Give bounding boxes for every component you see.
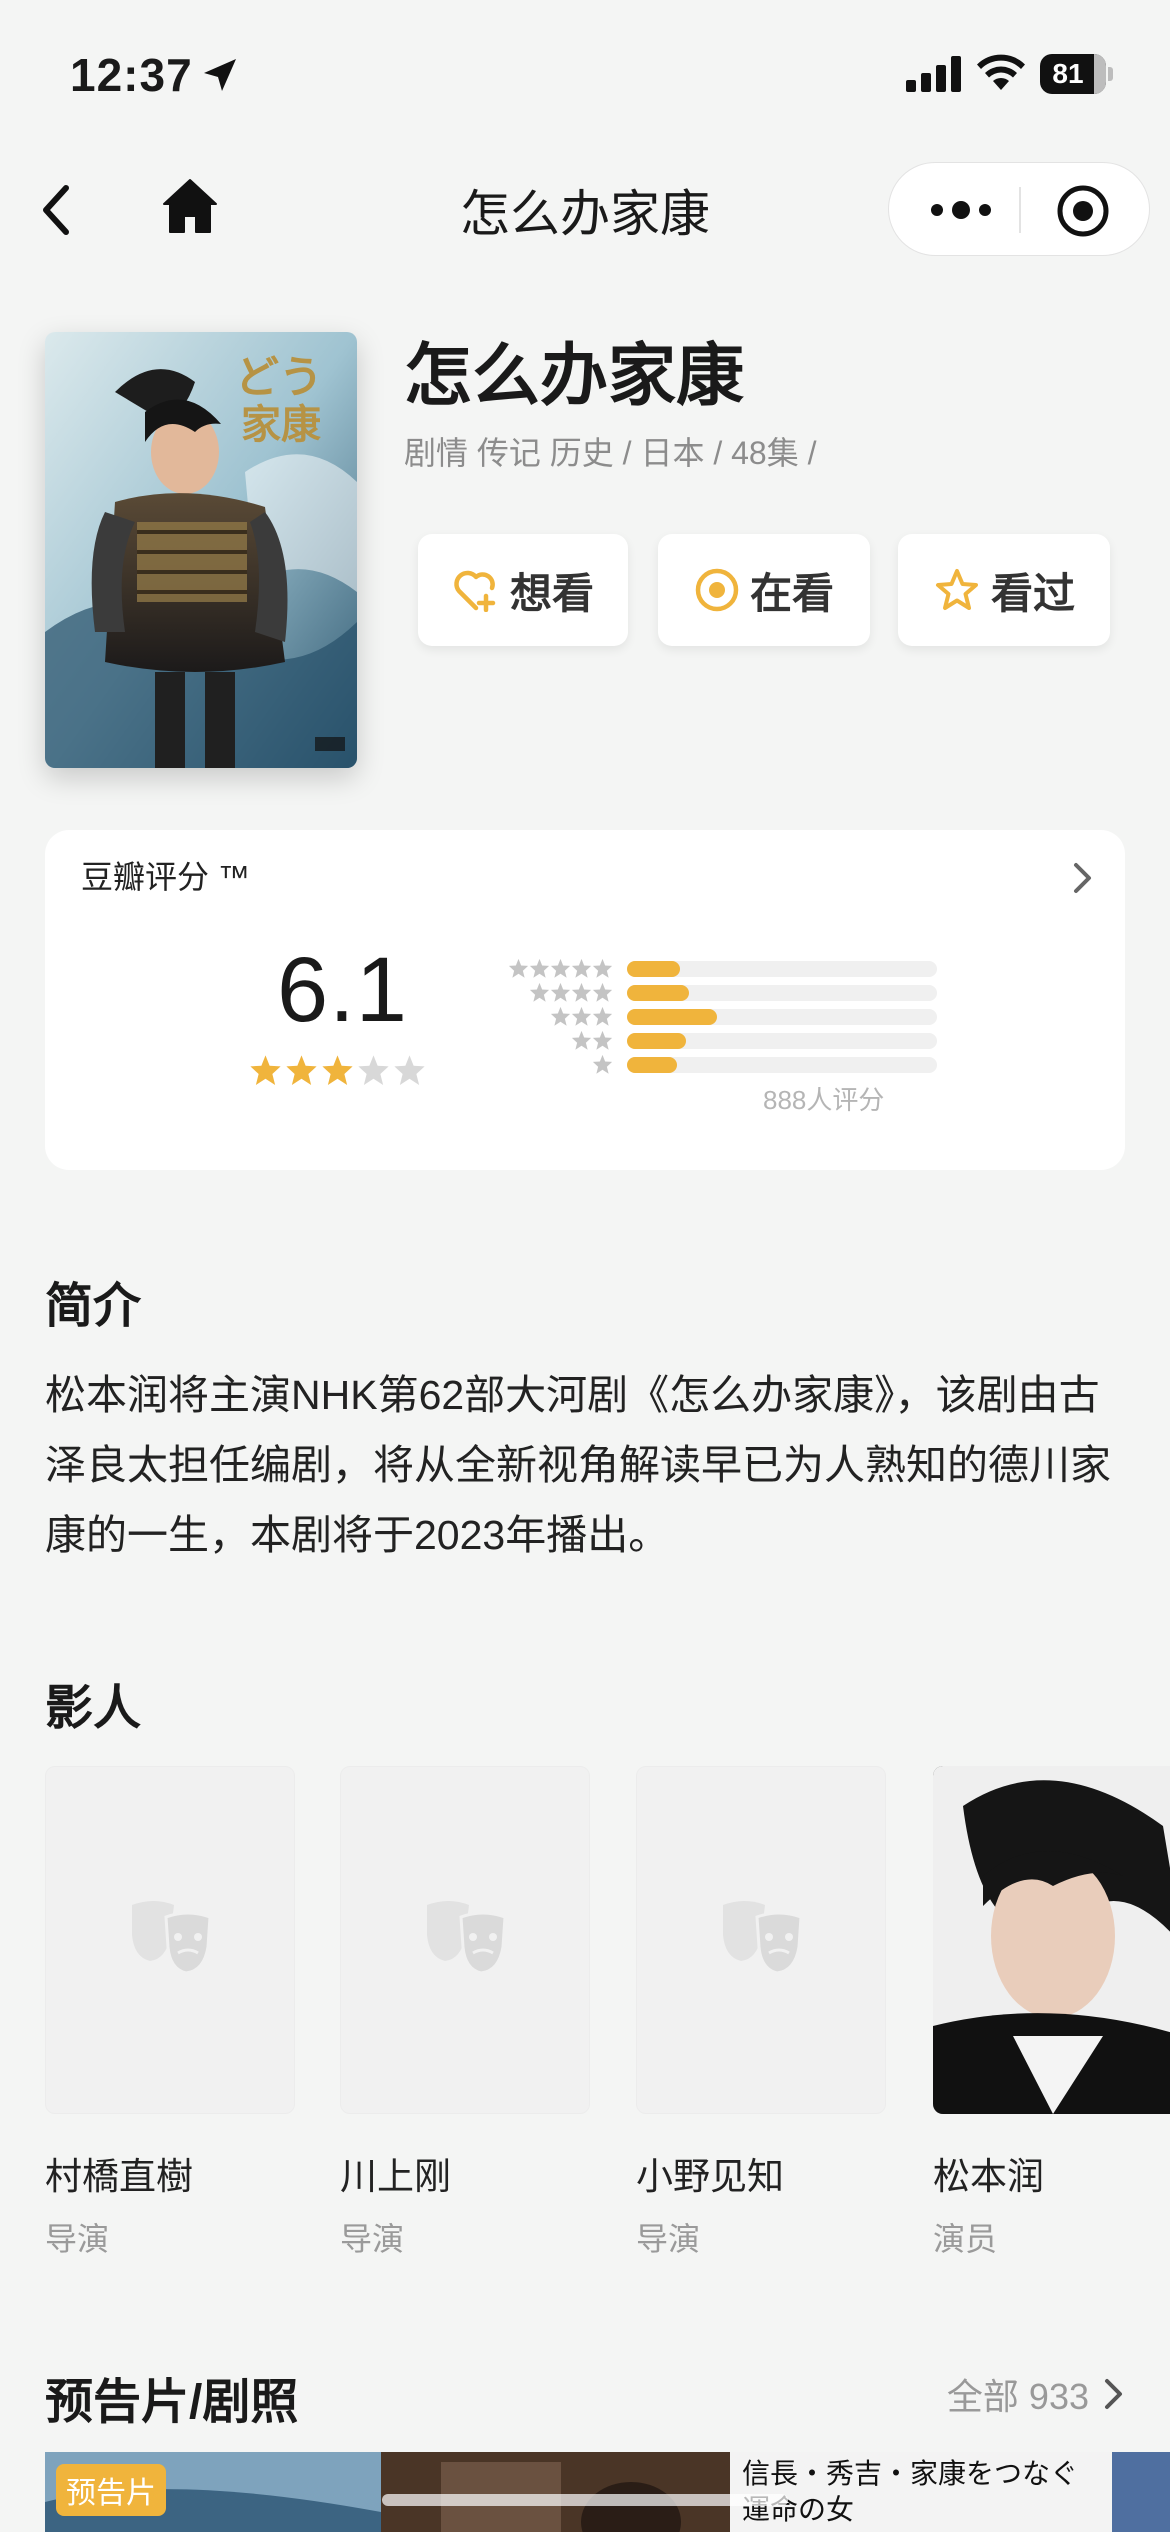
synopsis-heading: 简介 [45,1280,142,1333]
mini-star-icon [550,958,571,978]
media-heading: 预告片/剧照 [45,2376,299,2429]
wifi-icon [977,54,1025,90]
mini-program-capsule [888,162,1150,256]
show-meta: 剧情 传记 历史 / 日本 / 48集 / [404,435,817,471]
watched-label: 看过 [990,569,1075,617]
want-to-watch-button[interactable]: 想看 [418,534,628,646]
view-all-media-link[interactable]: 全部 933 [947,2368,1125,2420]
cast-photo-placeholder[interactable] [636,1766,886,2114]
still-caption: 信長・秀吉・家康をつなぐ 運命の女 [742,2457,1079,2526]
view-all-media-label: 全部 933 [946,2376,1089,2417]
cast-photo-placeholder[interactable] [340,1766,590,2114]
mini-star-icon [592,1030,613,1050]
cellular-signal-icon [906,56,961,92]
synopsis-text: 松本润将主演NHK第62部大河剧《怎么办家康》，该剧由古泽良太担任编剧，将从全新… [45,1372,1111,1558]
rating-bar-fill [627,1057,677,1073]
star-outline-icon [935,569,978,610]
rating-bar-fill [627,985,689,1001]
rating-bar-track [627,1057,937,1073]
more-options-icon[interactable] [929,195,993,225]
navigation-bar: 怎么办家康 [0,140,1170,270]
rating-row-1-star [455,1054,945,1074]
close-miniprogram-icon[interactable] [1055,183,1111,239]
cast-role: 导演 [45,2221,110,2257]
cast-name[interactable]: 小野见知 [636,2146,784,2200]
mini-star-icon [550,1006,571,1026]
still-thumbnail[interactable] [381,2452,730,2532]
battery-level: 81 [1052,58,1084,89]
rating-row-3-star [455,1006,945,1026]
star-filled-icon [250,1055,281,1085]
heart-plus-icon [454,570,496,612]
mini-star-icon [571,982,592,1002]
cast-name[interactable]: 村橋直樹 [45,2146,193,2200]
theater-masks-icon [723,1901,803,1975]
still-thumbnail[interactable] [1112,2452,1170,2532]
douban-rating-card[interactable]: 豆瓣评分 ™ 6.1 888人评分 [45,830,1125,1170]
star-empty-icon [358,1055,389,1085]
mini-star-icon [592,1006,613,1026]
battery-indicator: 81 [1040,54,1113,94]
watching-label: 在看 [749,569,834,617]
actor-photo [933,1766,1170,2114]
watching-circle-icon [695,568,739,612]
rating-row-4-star [455,982,945,1002]
star-empty-icon [394,1055,425,1085]
cast-role: 演员 [933,2221,998,2257]
capsule-divider [1019,187,1021,233]
trailer-badge: 预告片 [56,2464,166,2516]
cast-name[interactable]: 川上刚 [340,2146,451,2200]
rating-bar-track [627,961,937,977]
mini-star-icon [571,1030,592,1050]
still-frame [381,2452,730,2532]
mini-star-icon [550,982,571,1002]
cast-role: 导演 [340,2221,405,2257]
cast-photo-placeholder[interactable] [45,1766,295,2114]
status-bar: 12:37 81 [0,0,1170,140]
cast-heading: 影人 [45,1682,142,1735]
theater-masks-icon [132,1901,212,1975]
watched-button[interactable]: 看过 [898,534,1110,646]
chevron-right-icon [1074,863,1091,893]
rating-bar-track [627,1009,937,1025]
cast-name[interactable]: 松本润 [933,2146,1044,2200]
want-to-watch-label: 想看 [509,569,594,617]
rating-bar-track [627,985,937,1001]
poster-image[interactable]: どう 家康 [45,332,357,768]
mini-star-icon [508,958,529,978]
mini-star-icon [529,958,550,978]
chevron-right-icon [1105,2379,1122,2409]
svg-text:どう: どう [235,352,323,403]
rating-bar-fill [627,1033,686,1049]
home-indicator [382,2494,788,2506]
rating-bar-fill [627,1009,717,1025]
rating-score: 6.1 [277,939,408,1041]
location-arrow-icon [204,59,236,91]
mini-star-icon [571,1006,592,1026]
mini-star-icon [592,982,613,1002]
mini-star-icon [592,1054,613,1074]
rating-count: 888人评分 [763,1085,885,1115]
cast-role: 导演 [636,2221,701,2257]
star-filled-icon [322,1055,353,1085]
rating-bar-fill [627,961,680,977]
cast-photo[interactable] [933,1766,1170,2114]
score-stars [249,1054,426,1087]
svg-text:家康: 家康 [241,401,321,448]
rating-row-5-star [455,958,945,978]
rating-row-2-star [455,1030,945,1050]
app-screen: 12:37 81 怎么办家康 どう 家康 怎么办家康 剧情 传记 历史 / 日本… [0,0,1170,2532]
mini-star-icon [571,958,592,978]
rating-label: 豆瓣评分 ™ [81,859,250,895]
mini-star-icon [592,958,613,978]
star-filled-icon [286,1055,317,1085]
status-time: 12:37 [70,49,193,101]
watching-button[interactable]: 在看 [658,534,870,646]
show-title: 怎么办家康 [404,338,745,414]
rating-bar-track [627,1033,937,1049]
mini-star-icon [529,982,550,1002]
theater-masks-icon [427,1901,507,1975]
